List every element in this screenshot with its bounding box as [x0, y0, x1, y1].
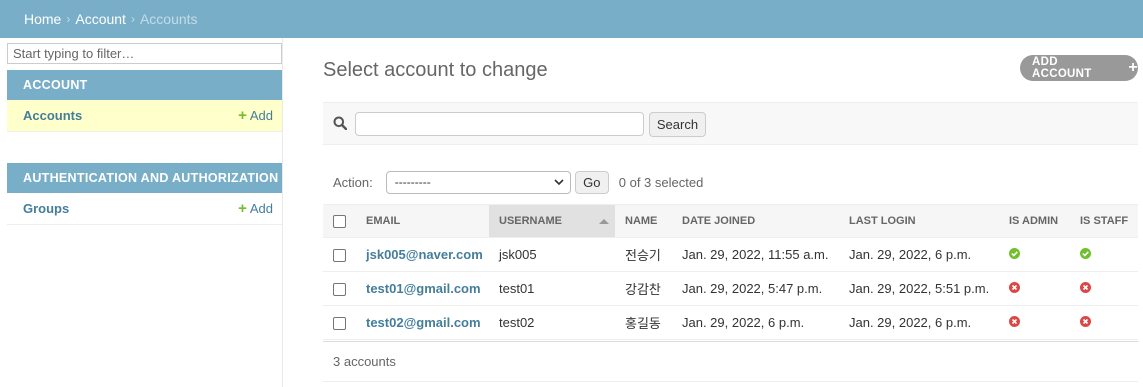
column-header-username-label: USERNAME	[499, 215, 562, 227]
is-staff-cell	[1070, 237, 1138, 272]
search-icon	[333, 116, 347, 130]
yes-icon	[1080, 248, 1091, 259]
column-header-date-joined[interactable]: DATE JOINED	[672, 204, 839, 238]
groups-add-link[interactable]: + Add	[238, 201, 273, 216]
sort-ascending-icon[interactable]	[599, 219, 609, 224]
breadcrumb-separator: ›	[130, 12, 135, 26]
column-header-name[interactable]: NAME	[615, 204, 672, 238]
row-checkbox[interactable]	[333, 249, 346, 263]
email-cell: test01@gmail.com	[356, 271, 489, 306]
accounts-link[interactable]: Accounts	[23, 108, 82, 123]
username-cell: test01	[489, 271, 615, 306]
last-login-cell: Jan. 29, 2022, 6 p.m.	[839, 305, 999, 340]
chevron-down-icon	[554, 178, 564, 185]
yes-icon	[1009, 248, 1020, 259]
last-login-cell: Jan. 29, 2022, 5:51 p.m.	[839, 271, 999, 306]
module-caption-auth[interactable]: AUTHENTICATION AND AUTHORIZATION	[7, 163, 282, 193]
groups-link[interactable]: Groups	[23, 201, 69, 216]
plus-icon: +	[1128, 59, 1138, 76]
action-select[interactable]: ---------	[385, 170, 571, 194]
selection-counter: 0 of 3 selected	[618, 174, 704, 190]
column-header-email[interactable]: EMAIL	[356, 204, 489, 238]
column-header-last-login[interactable]: LAST LOGIN	[839, 204, 999, 238]
add-label: Add	[249, 201, 273, 216]
last-login-cell: Jan. 29, 2022, 6 p.m.	[839, 237, 999, 272]
search-toolbar: Search	[323, 102, 1138, 145]
nav-sidebar: ACCOUNT Accounts + Add AUTHENTICATION AN…	[0, 38, 283, 387]
email-link[interactable]: jsk005@naver.com	[366, 247, 483, 262]
breadcrumb-current: Accounts	[139, 11, 198, 27]
is-staff-cell	[1070, 271, 1138, 306]
username-cell: test02	[489, 305, 615, 340]
is-admin-cell	[999, 305, 1070, 340]
date-joined-cell: Jan. 29, 2022, 5:47 p.m.	[672, 271, 839, 306]
plus-icon: +	[238, 107, 247, 124]
no-icon	[1009, 282, 1020, 293]
actions-bar: Action: --------- Go 0 of 3 selected	[323, 166, 1138, 198]
date-joined-cell: Jan. 29, 2022, 6 p.m.	[672, 305, 839, 340]
add-account-button[interactable]: ADD ACCOUNT +	[1020, 55, 1138, 81]
email-cell: jsk005@naver.com	[356, 237, 489, 272]
name-cell: 홍길동	[615, 305, 672, 340]
is-staff-cell	[1070, 305, 1138, 340]
add-account-label: ADD ACCOUNT	[1032, 56, 1092, 80]
module-account: ACCOUNT Accounts + Add	[7, 70, 282, 132]
table-row: jsk005@naver.com jsk005 전승기 Jan. 29, 202…	[323, 237, 1138, 272]
module-caption-account[interactable]: ACCOUNT	[7, 70, 282, 100]
is-admin-cell	[999, 237, 1070, 272]
date-joined-cell: Jan. 29, 2022, 11:55 a.m.	[672, 237, 839, 272]
row-select-cell	[323, 237, 356, 272]
sidebar-item-groups: Groups + Add	[7, 193, 282, 225]
go-button[interactable]: Go	[574, 170, 609, 194]
search-input[interactable]	[355, 112, 644, 136]
search-button[interactable]: Search	[649, 112, 706, 137]
row-select-cell	[323, 305, 356, 340]
email-cell: test02@gmail.com	[356, 305, 489, 340]
results-table: EMAIL USERNAME NAME DATE JOINED LAST LOG…	[323, 204, 1138, 340]
breadcrumb: Home › Account › Accounts	[0, 0, 1143, 38]
page-title: Select account to change	[323, 59, 548, 81]
module-auth: AUTHENTICATION AND AUTHORIZATION Groups …	[7, 163, 282, 225]
no-icon	[1080, 316, 1091, 327]
email-link[interactable]: test02@gmail.com	[366, 315, 481, 330]
row-checkbox[interactable]	[333, 283, 346, 297]
select-all-checkbox[interactable]	[333, 214, 346, 228]
row-checkbox[interactable]	[333, 317, 346, 331]
breadcrumb-home-link[interactable]: Home	[24, 11, 61, 27]
table-row: test02@gmail.com test02 홍길동 Jan. 29, 202…	[323, 305, 1138, 340]
select-all-header	[323, 204, 356, 238]
accounts-add-link[interactable]: + Add	[238, 108, 273, 123]
email-link[interactable]: test01@gmail.com	[366, 281, 481, 296]
sidebar-item-accounts: Accounts + Add	[7, 100, 282, 132]
row-select-cell	[323, 271, 356, 306]
plus-icon: +	[238, 200, 247, 217]
action-selected-value: ---------	[394, 175, 431, 189]
name-cell: 전승기	[615, 237, 672, 272]
actions-label: Action:	[333, 174, 373, 190]
table-row: test01@gmail.com test01 강감찬 Jan. 29, 202…	[323, 271, 1138, 306]
no-icon	[1009, 316, 1020, 327]
username-cell: jsk005	[489, 237, 615, 272]
sidebar-filter-input[interactable]	[7, 43, 282, 64]
column-header-is-staff[interactable]: IS STAFF	[1070, 204, 1138, 238]
column-header-is-admin[interactable]: IS ADMIN	[999, 204, 1070, 238]
name-cell: 강감찬	[615, 271, 672, 306]
is-admin-cell	[999, 271, 1070, 306]
no-icon	[1080, 282, 1091, 293]
column-header-username[interactable]: USERNAME	[489, 204, 615, 238]
breadcrumb-separator: ›	[66, 12, 71, 26]
breadcrumb-app-link[interactable]: Account	[75, 11, 126, 27]
paginator: 3 accounts	[323, 341, 1138, 382]
add-label: Add	[249, 108, 273, 123]
